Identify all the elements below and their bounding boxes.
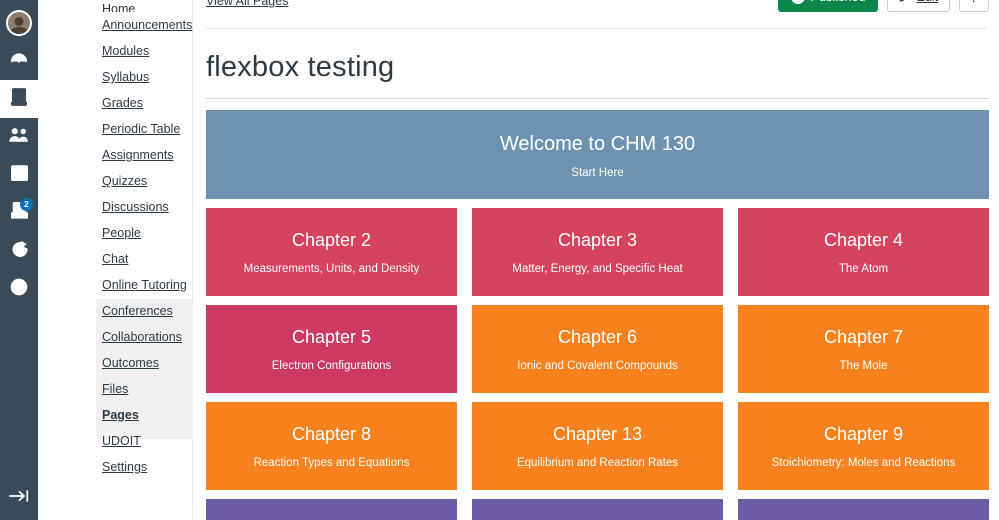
sidebar-item-pages[interactable]: Pages — [38, 402, 192, 428]
sidebar-item-outcomes[interactable]: Outcomes — [38, 350, 192, 376]
global-nav-item-help[interactable] — [0, 270, 38, 308]
canvas-page: 2 Home Announcements Modules Syllabus Gr… — [0, 0, 999, 520]
pencil-icon — [899, 0, 911, 5]
avatar-icon — [6, 10, 32, 36]
breadcrumb[interactable]: View All Pages — [206, 0, 288, 8]
sidebar-item-syllabus[interactable]: Syllabus — [38, 64, 192, 90]
chapter-card[interactable]: Chapter 5 Electron Configurations — [206, 305, 457, 393]
chapter-card-title: Chapter 9 — [823, 423, 904, 444]
sidebar-item-home[interactable]: Home — [38, 0, 192, 12]
chapter-card-title: Chapter 2 — [291, 229, 372, 250]
chapter-card-title: Chapter 3 — [557, 229, 638, 250]
sidebar-item-collaborations[interactable]: Collaborations — [38, 324, 192, 350]
chapter-card-subtitle: Ionic and Covalent Compounds — [517, 359, 678, 372]
chapter-card-subtitle: Reaction Types and Equations — [253, 456, 410, 469]
chapter-card[interactable]: Chapter 7 The Mole — [738, 305, 989, 393]
chapter-card-title: Chapter 5 — [291, 326, 372, 347]
global-nav-item-history[interactable] — [0, 232, 38, 270]
published-button-label: Published — [811, 0, 866, 4]
card-row-3: Chapter 8 Reaction Types and Equations C… — [206, 402, 989, 490]
check-circle-icon: ✓ — [790, 0, 805, 4]
course-navigation: Home Announcements Modules Syllabus Grad… — [38, 0, 198, 520]
welcome-banner[interactable]: Welcome to CHM 130 Start Here — [206, 110, 989, 199]
sidebar-item-periodic-table[interactable]: Periodic Table — [38, 116, 192, 142]
chapter-card[interactable]: Chapter 9 Stoichiometry: Moles and React… — [738, 402, 989, 490]
global-nav-item-groups[interactable] — [0, 118, 38, 156]
chapter-card[interactable]: Chapter 6 Ionic and Covalent Compounds — [472, 305, 723, 393]
more-options-button[interactable]: ⋮ — [959, 0, 989, 12]
more-options-icon: ⋮ — [967, 0, 981, 5]
groups-people-icon — [8, 126, 30, 149]
sidebar-item-modules[interactable]: Modules — [38, 38, 192, 64]
courses-book-icon — [10, 87, 28, 112]
chapter-card-title: Chapter 13 — [552, 423, 643, 444]
chapter-card[interactable]: Chapter 12 — [472, 499, 723, 520]
chapter-card[interactable]: Chapter 2 Measurements, Units, and Densi… — [206, 208, 457, 296]
global-nav-item-inbox[interactable]: 2 — [0, 194, 38, 232]
sidebar-item-settings[interactable]: Settings — [38, 454, 192, 480]
arrow-exit-icon — [9, 239, 30, 264]
sidebar-item-udoit[interactable]: UDOIT — [38, 428, 192, 454]
main-content: View All Pages ✓ Published Edit ⋮ — [193, 0, 999, 520]
welcome-banner-subtitle: Start Here — [571, 166, 624, 179]
sidebar-item-people[interactable]: People — [38, 220, 192, 246]
chapter-card[interactable]: Chapter 8 Reaction Types and Equations — [206, 402, 457, 490]
global-nav-item-calendar[interactable] — [0, 156, 38, 194]
global-navigation: 2 — [0, 0, 38, 520]
page-title: flexbox testing — [206, 51, 395, 83]
global-nav-item-account[interactable] — [0, 0, 38, 42]
page-header-actions: ✓ Published Edit ⋮ — [777, 0, 989, 12]
chapter-card[interactable]: Chapter 14 — [738, 499, 989, 520]
sidebar-item-files[interactable]: Files — [38, 376, 192, 402]
chapter-card-subtitle: The Atom — [838, 262, 889, 275]
chapter-card-subtitle: Matter, Energy, and Specific Heat — [512, 262, 683, 275]
card-row-1: Chapter 2 Measurements, Units, and Densi… — [206, 208, 989, 296]
calendar-icon — [10, 163, 29, 187]
sidebar-item-grades[interactable]: Grades — [38, 90, 192, 116]
chapter-card-subtitle: Equilibrium and Reaction Rates — [516, 456, 679, 469]
chapter-card-subtitle: Electron Configurations — [271, 359, 392, 372]
chapter-card-title: Chapter 8 — [291, 423, 372, 444]
chapter-card[interactable]: Chapter 4 The Atom — [738, 208, 989, 296]
breadcrumb-row: View All Pages ✓ Published Edit ⋮ — [193, 0, 999, 18]
sidebar-item-online-tutoring[interactable]: Online Tutoring — [38, 272, 192, 298]
chapter-card-subtitle: The Mole — [839, 359, 888, 372]
chapter-card[interactable]: Chapter 10 — [206, 499, 457, 520]
edit-button[interactable]: Edit — [887, 0, 950, 12]
global-nav-item-dashboard[interactable] — [0, 42, 38, 80]
chapter-card-title: Chapter 6 — [557, 326, 638, 347]
chapter-card-title: Chapter 7 — [823, 326, 904, 347]
sidebar-item-discussions[interactable]: Discussions — [38, 194, 192, 220]
arrow-to-line-right-icon — [8, 488, 30, 509]
sidebar-item-assignments[interactable]: Assignments — [38, 142, 192, 168]
sidebar-item-conferences[interactable]: Conferences — [38, 298, 192, 324]
chapter-card[interactable]: Chapter 3 Matter, Energy, and Specific H… — [472, 208, 723, 296]
chapter-card-subtitle: Stoichiometry: Moles and Reactions — [771, 456, 956, 469]
card-row-2: Chapter 5 Electron Configurations Chapte… — [206, 305, 989, 393]
edit-button-label: Edit — [916, 0, 938, 4]
welcome-banner-title: Welcome to CHM 130 — [499, 132, 696, 155]
card-row-4: Chapter 10 Chapter 12 Chapter 14 — [206, 499, 989, 520]
chapter-card-title: Chapter 4 — [823, 229, 904, 250]
dashboard-icon — [9, 49, 29, 74]
course-nav-list: Home Announcements Modules Syllabus Grad… — [38, 0, 192, 480]
global-nav-collapse-button[interactable] — [0, 484, 38, 512]
global-nav-item-courses[interactable] — [0, 80, 38, 118]
chapter-card-subtitle: Measurements, Units, and Density — [243, 262, 420, 275]
chapter-card[interactable]: Chapter 13 Equilibrium and Reaction Rate… — [472, 402, 723, 490]
published-button[interactable]: ✓ Published — [777, 0, 879, 12]
question-circle-icon — [9, 277, 29, 302]
sidebar-item-announcements[interactable]: Announcements — [38, 12, 192, 38]
sidebar-item-quizzes[interactable]: Quizzes — [38, 168, 192, 194]
sidebar-item-chat[interactable]: Chat — [38, 246, 192, 272]
chapter-card-grid: Welcome to CHM 130 Start Here Chapter 2 … — [193, 99, 999, 520]
inbox-badge: 2 — [20, 198, 33, 211]
